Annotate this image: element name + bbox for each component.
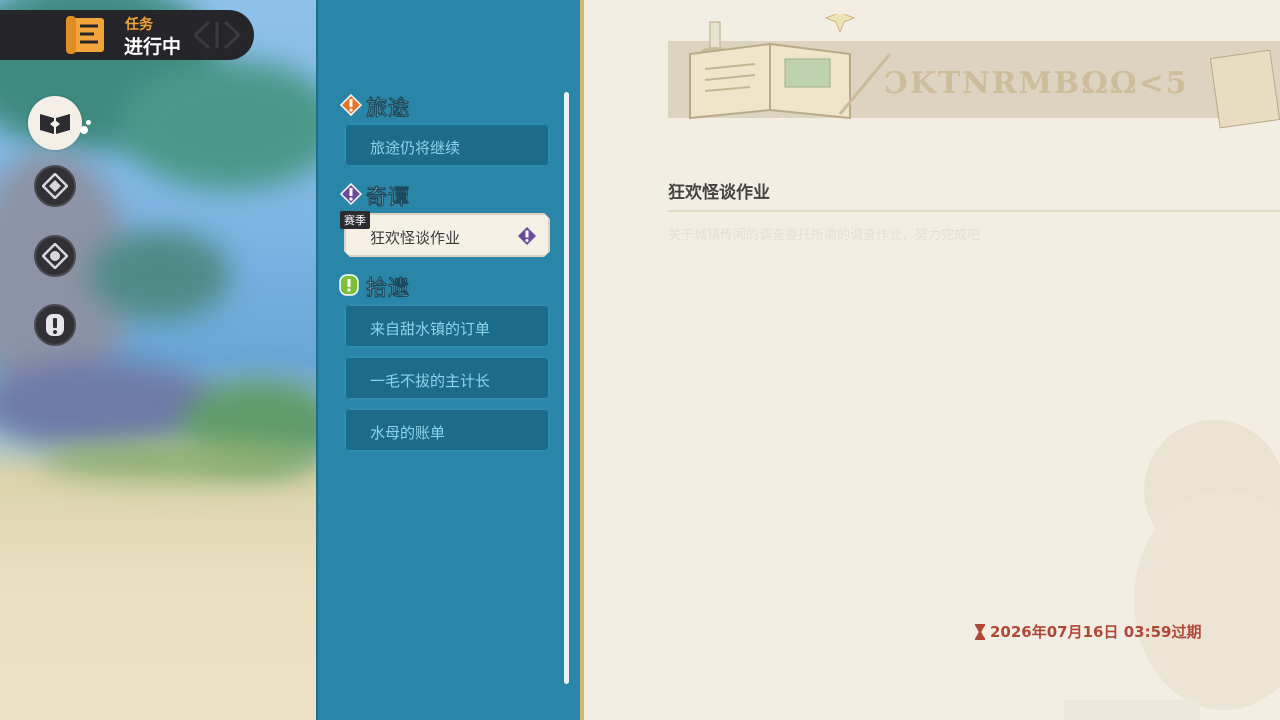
quest-item-label: 来自甜水镇的订单 [370, 320, 491, 338]
purple-exclamation-icon [517, 226, 537, 246]
exclamation-icon [46, 314, 64, 336]
category-title-gleanings: 拾遗 [366, 276, 410, 301]
quest-item[interactable]: 一毛不拔的主计长 [344, 356, 550, 400]
book-icon [40, 114, 70, 134]
category-title-journey: 旅途 [366, 96, 410, 121]
quest-item-label: 狂欢怪谈作业 [370, 229, 461, 247]
quest-item-label: 水母的账单 [370, 424, 446, 442]
compass-emblem-icon [42, 243, 68, 269]
nav-diamond-button[interactable] [34, 165, 76, 207]
quest-item-selected[interactable]: 狂欢怪谈作业 [344, 213, 550, 257]
header-decoration [193, 20, 242, 50]
scroll-icon [66, 16, 104, 54]
quest-item[interactable]: 旅途仍将继续 [344, 123, 550, 167]
quest-item[interactable]: 水母的账单 [344, 408, 550, 452]
background-creature-illustration [1134, 420, 1280, 710]
diamond-emblem-icon [42, 173, 68, 199]
title-divider [668, 210, 1280, 212]
banner-rune-text: ƆKTNRMBΩΩ<5 [884, 66, 1189, 101]
nav-book-button[interactable] [28, 96, 82, 150]
nav-indicator-dot [80, 126, 88, 134]
orange-exclamation-icon [340, 94, 362, 116]
purple-exclamation-icon [340, 183, 362, 205]
category-title-tales: 奇谭 [366, 185, 410, 210]
quest-item[interactable]: 来自甜水镇的订单 [344, 304, 550, 348]
quest-item-label: 旅途仍将继续 [370, 139, 461, 157]
list-scrollbar[interactable] [564, 92, 569, 684]
quest-item-label: 一毛不拔的主计长 [370, 372, 491, 390]
green-exclamation-icon [339, 274, 359, 296]
nav-exclamation-button[interactable] [34, 304, 76, 346]
season-tag: 赛季 [340, 211, 370, 229]
header-status: 进行中 [124, 36, 182, 58]
detail-description: 关于城镇传闻的调查委托所需的调查作业，努力完成吧 [668, 228, 981, 243]
bottom-bar [1064, 700, 1200, 720]
detail-title: 狂欢怪谈作业 [668, 183, 770, 203]
quest-detail-panel: ƆKTNRMBΩΩ<5 狂欢怪谈作业 关于城镇传闻的调查委托所需的调查作业，努力… [584, 0, 1280, 720]
quest-header: 任务 进行中 [0, 10, 254, 60]
expiry-text: 2026年07月16日 03:59过期 [990, 623, 1202, 641]
expiry-timer: 2026年07月16日 03:59过期 [974, 621, 1201, 642]
nav-compass-button[interactable] [34, 235, 76, 277]
header-category: 任务 [125, 17, 153, 33]
hourglass-icon [975, 623, 985, 640]
nav-indicator-dot [86, 120, 91, 125]
